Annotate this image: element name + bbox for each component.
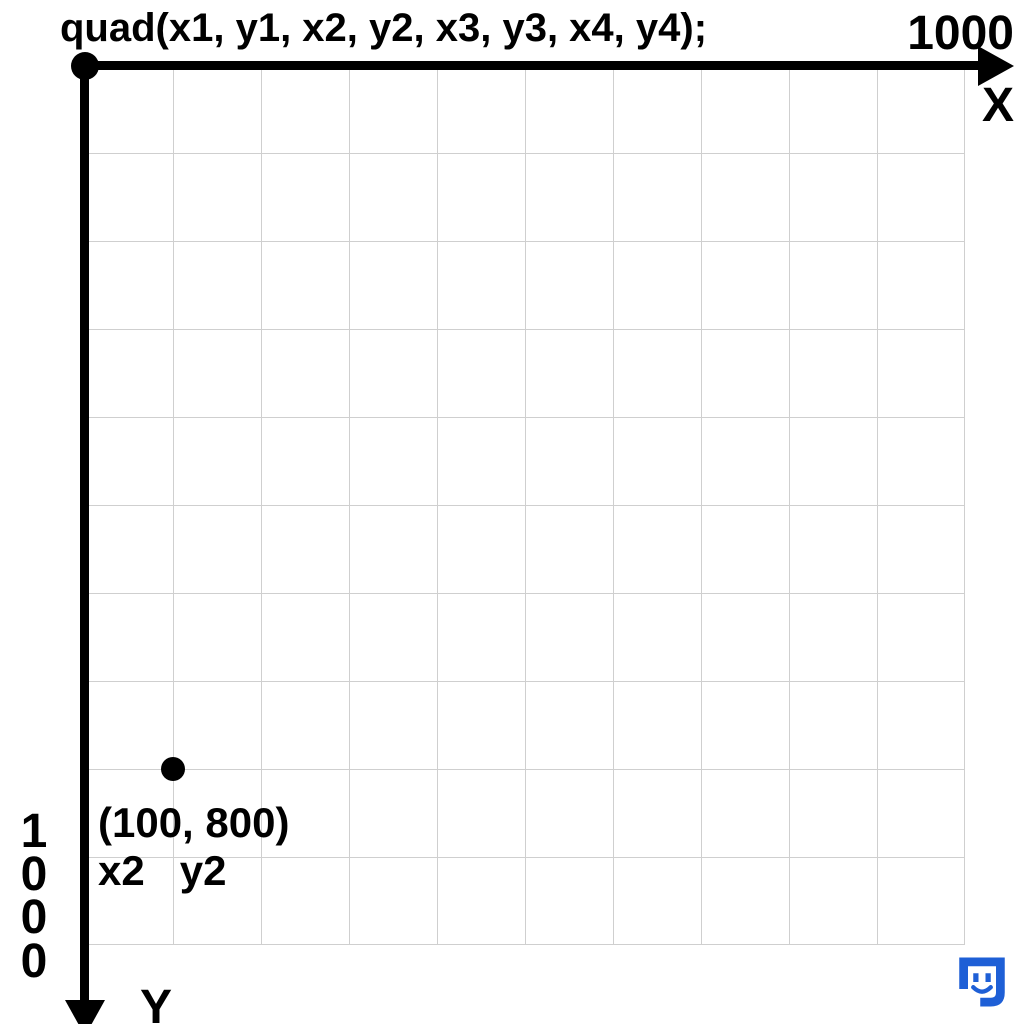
logo-icon [954, 954, 1010, 1010]
y-max-d1: 0 [14, 853, 54, 896]
data-point-icon [161, 757, 185, 781]
y-max-d2: 0 [14, 896, 54, 939]
y-axis-max-label: 1 0 0 0 [14, 810, 54, 983]
grid-line-h [85, 681, 965, 682]
y-axis-arrow-icon [65, 1000, 105, 1024]
grid-line-h [85, 593, 965, 594]
grid-line-h [85, 769, 965, 770]
x-axis-label: X [982, 78, 1014, 133]
grid-line-v [701, 65, 702, 945]
grid-line-v [877, 65, 878, 945]
diagram-stage: quad(x1, y1, x2, y2, x3, y3, x4, y4); 10… [0, 0, 1024, 1024]
data-point-coord: (100, 800) [98, 799, 289, 847]
grid-line-v [613, 65, 614, 945]
origin-dot-icon [71, 52, 99, 80]
data-point-params: x2 y2 [98, 847, 289, 895]
x-axis-line [80, 61, 980, 70]
x-axis-arrow-icon [978, 46, 1014, 86]
y-max-d0: 1 [14, 810, 54, 853]
y-axis-label: Y [140, 980, 172, 1024]
grid-line-h [85, 505, 965, 506]
y-axis-line [80, 56, 89, 1016]
grid-line-v [789, 65, 790, 945]
y-max-d3: 0 [14, 940, 54, 983]
data-point-label: (100, 800) x2 y2 [98, 799, 289, 895]
param-y: y2 [180, 847, 227, 894]
diagram-title: quad(x1, y1, x2, y2, x3, y3, x4, y4); [60, 6, 707, 51]
param-x: x2 [98, 847, 145, 894]
